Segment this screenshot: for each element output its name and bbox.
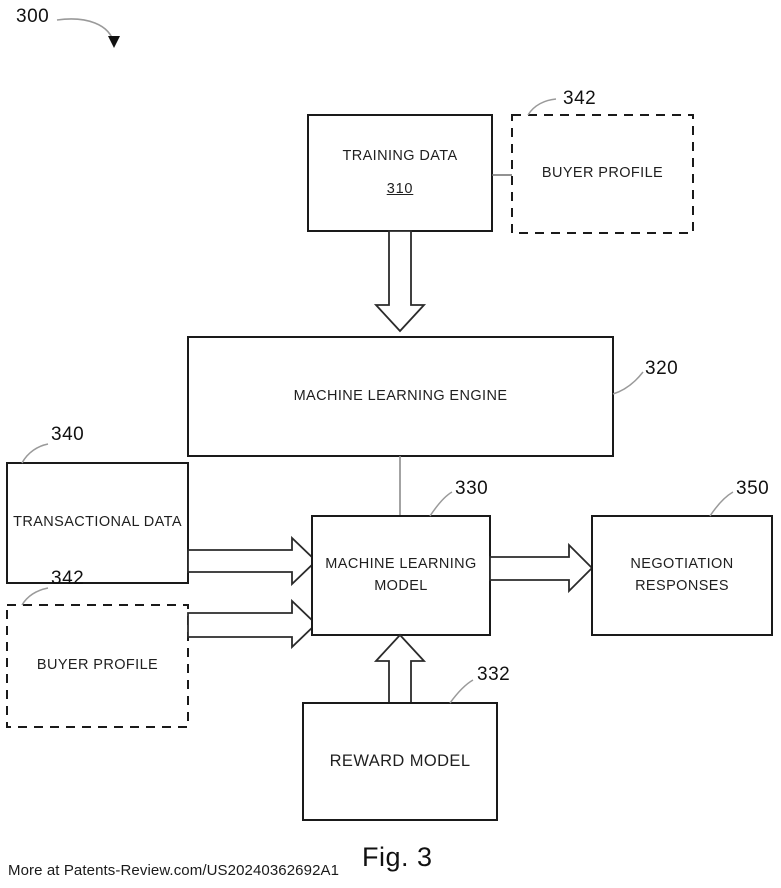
figure-caption: Fig. 3 [362,842,433,872]
buyer-profile-top-leader [527,98,557,116]
footer-attribution: More at Patents-Review.com/US20240362692… [8,862,340,879]
ml-engine-leader [612,371,644,395]
arrow-transactional-to-model [187,535,318,587]
patent-figure-300: 300 TRAINING DATA 310 BUYER PROFILE 342 … [0,0,781,888]
buyer-profile-bottom-box [6,604,189,728]
transactional-data-leader [21,443,49,464]
arrow-reward-to-model [373,633,427,704]
ref-342-top: 342 [563,88,597,109]
ref-332: 332 [477,664,511,685]
ref-330: 330 [455,478,489,499]
transactional-data-box [6,462,189,584]
arrow-training-to-engine [373,230,427,333]
reward-model-box [302,702,498,821]
ml-model-leader [429,491,453,517]
figure-number-leader [56,18,120,48]
ml-engine-box [187,336,614,457]
ref-350: 350 [736,478,770,499]
arrow-model-to-responses [489,542,594,594]
figure-drawing-canvas [6,18,773,821]
reward-model-leader [449,679,474,704]
negotiation-responses-leader [709,491,734,517]
ref-340: 340 [51,424,85,445]
negotiation-responses-box [591,515,773,636]
buyer-profile-top-box [511,114,694,234]
figure-number-300: 300 [16,6,50,27]
ref-342-bottom: 342 [51,568,85,589]
ml-model-box [311,515,491,636]
training-data-box [307,114,493,232]
ref-320: 320 [645,358,679,379]
arrow-buyerprofile-to-model [187,598,318,650]
buyer-profile-bottom-leader [21,587,49,606]
